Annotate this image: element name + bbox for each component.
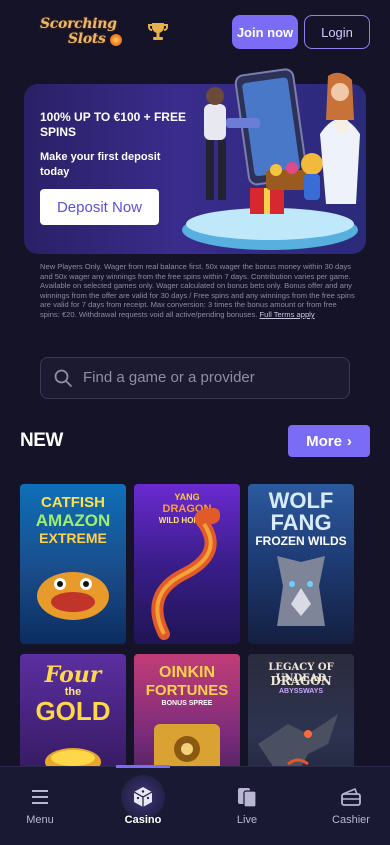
hamburger-icon (32, 790, 48, 804)
game-tile-wolf-fang-frozen-wilds[interactable]: WOLF FANG FROZEN WILDS (248, 484, 354, 644)
search-icon (54, 369, 72, 387)
dice-icon (133, 787, 153, 807)
promo-artwork (182, 68, 360, 250)
catfish-art (37, 572, 109, 620)
more-button[interactable]: More › (288, 425, 370, 457)
join-now-button[interactable]: Join now (232, 15, 298, 49)
wallet-icon (341, 787, 361, 806)
full-terms-link[interactable]: Full Terms apply (260, 310, 315, 319)
nav-item-casino[interactable]: Casino (103, 767, 183, 845)
dragon-art (151, 508, 220, 640)
deposit-now-button[interactable]: Deposit Now (40, 189, 159, 225)
bottom-nav: Menu Casino Live Cashier (0, 766, 390, 845)
app-header: Scorching Slots Join now Login (0, 0, 390, 66)
promo-subtitle: Make your first deposit today (40, 151, 161, 178)
game-search-input[interactable]: Find a game or a provider (40, 357, 350, 399)
flame-icon (110, 34, 122, 46)
bonus-terms: New Players Only. Wager from real balanc… (40, 262, 355, 319)
game-tile-catfish-amazon-extreme[interactable]: CATFISH AMAZON EXTREME (20, 484, 126, 644)
chevron-right-icon: › (346, 432, 352, 450)
nav-active-indicator (116, 765, 170, 768)
nav-item-menu[interactable]: Menu (0, 767, 80, 845)
login-button[interactable]: Login (304, 15, 370, 49)
nav-item-live[interactable]: Live (207, 767, 287, 845)
playing-cards-icon (238, 788, 257, 808)
scorching-slots-logo[interactable]: Scorching Slots (38, 16, 130, 50)
new-section-title: NEW (20, 430, 63, 451)
search-placeholder: Find a game or a provider (83, 369, 255, 386)
promo-title: 100% UP TO €100 + FREE SPINS (40, 110, 186, 139)
trophy-icon[interactable] (146, 20, 170, 44)
game-tile-yang-dragon-wild-horses[interactable]: YANG DRAGON WILD HORSES (134, 484, 240, 644)
nav-item-cashier[interactable]: Cashier (311, 767, 390, 845)
wolf-art (277, 556, 325, 626)
